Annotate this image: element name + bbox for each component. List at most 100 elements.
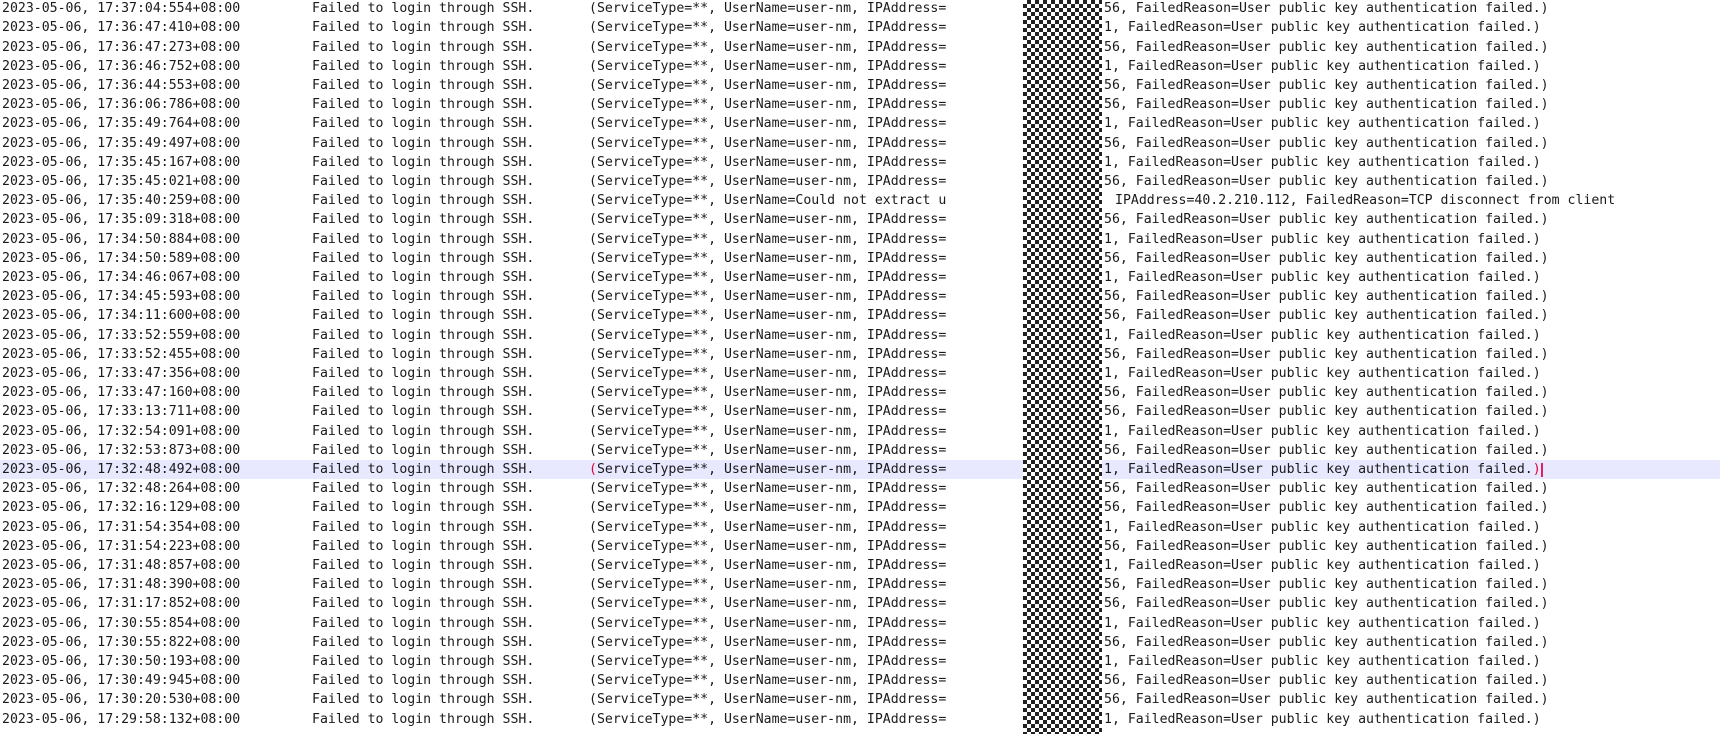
log-line[interactable]: 2023-05-06, 17:37:04:554+08:00 Failed to … [0, 0, 1720, 18]
log-tail: 56, FailedReason=User public key authent… [1104, 289, 1549, 305]
log-timestamp: 2023-05-06, 17:32:54:091+08:00 [2, 423, 241, 439]
log-line[interactable]: 2023-05-06, 17:33:47:160+08:00 Failed to … [0, 383, 1720, 402]
log-line[interactable]: 2023-05-06, 17:34:46:067+08:00 Failed to … [0, 268, 1720, 287]
log-message: Failed to login through SSH. [312, 615, 535, 631]
log-timestamp: 2023-05-06, 17:35:09:318+08:00 [2, 212, 241, 228]
log-line[interactable]: 2023-05-06, 17:30:55:822+08:00 Failed to … [0, 633, 1720, 652]
log-line[interactable]: 2023-05-06, 17:33:52:455+08:00 Failed to … [0, 345, 1720, 364]
log-details: (ServiceType=**, UserName=user-nm, IPAdd… [589, 135, 947, 151]
log-details: (ServiceType=**, UserName=user-nm, IPAdd… [589, 58, 947, 74]
log-timestamp: 2023-05-06, 17:30:49:945+08:00 [2, 673, 241, 689]
log-line[interactable]: 2023-05-06, 17:35:09:318+08:00 Failed to … [0, 210, 1720, 229]
log-tail: 56, FailedReason=User public key authent… [1104, 596, 1549, 612]
log-timestamp: 2023-05-06, 17:32:48:264+08:00 [2, 481, 241, 497]
log-message: Failed to login through SSH. [312, 711, 535, 727]
log-line[interactable]: 2023-05-06, 17:33:47:356+08:00 Failed to … [0, 364, 1720, 383]
log-timestamp: 2023-05-06, 17:34:11:600+08:00 [2, 308, 241, 324]
log-message: Failed to login through SSH. [312, 596, 535, 612]
log-message: Failed to login through SSH. [312, 538, 535, 554]
log-line[interactable]: 2023-05-06, 17:36:06:786+08:00 Failed to … [0, 95, 1720, 114]
log-timestamp: 2023-05-06, 17:31:48:857+08:00 [2, 558, 241, 573]
log-details: (ServiceType=**, UserName=user-nm, IPAdd… [589, 39, 947, 55]
log-line[interactable]: 2023-05-06, 17:33:13:711+08:00 Failed to … [0, 402, 1720, 421]
log-line[interactable]: 2023-05-06, 17:31:54:223+08:00 Failed to … [0, 537, 1720, 556]
log-line[interactable]: 2023-05-06, 17:32:54:091+08:00 Failed to … [0, 422, 1720, 441]
log-line[interactable]: 2023-05-06, 17:35:40:259+08:00 Failed to … [0, 191, 1720, 210]
log-details: (ServiceType=**, UserName=user-nm, IPAdd… [589, 577, 947, 593]
log-line-current[interactable]: 2023-05-06, 17:32:48:492+08:00 Failed to … [0, 460, 1720, 480]
log-tail: IPAddress=40.2.210.112, FailedReason=TCP… [1115, 193, 1616, 209]
log-message: Failed to login through SSH. [312, 634, 535, 650]
log-tail: 1, FailedReason=User public key authenti… [1104, 20, 1541, 36]
log-timestamp: 2023-05-06, 17:34:46:067+08:00 [2, 270, 241, 285]
log-message: Failed to login through SSH. [312, 385, 535, 401]
log-line[interactable]: 2023-05-06, 17:36:47:410+08:00 Failed to … [0, 18, 1720, 37]
log-line[interactable]: 2023-05-06, 17:31:48:390+08:00 Failed to … [0, 575, 1720, 594]
log-line[interactable]: 2023-05-06, 17:36:47:273+08:00 Failed to … [0, 38, 1720, 57]
log-timestamp: 2023-05-06, 17:31:17:852+08:00 [2, 596, 241, 612]
log-line[interactable]: 2023-05-06, 17:30:49:945+08:00 Failed to … [0, 671, 1720, 690]
log-tail: 56, FailedReason=User public key authent… [1104, 97, 1549, 113]
log-message: Failed to login through SSH. [312, 78, 535, 93]
log-line[interactable]: 2023-05-06, 17:34:11:600+08:00 Failed to … [0, 306, 1720, 325]
log-details: (ServiceType=**, UserName=user-nm, IPAdd… [589, 231, 947, 247]
log-line[interactable]: 2023-05-06, 17:35:45:021+08:00 Failed to … [0, 172, 1720, 191]
log-details: (ServiceType=**, UserName=user-nm, IPAdd… [589, 174, 947, 189]
log-details: (ServiceType=**, UserName=user-nm, IPAdd… [589, 250, 947, 266]
log-message: Failed to login through SSH. [312, 58, 535, 74]
log-details: (ServiceType=**, UserName=user-nm, IPAdd… [589, 481, 947, 497]
log-tail: 1, FailedReason=User public key authenti… [1104, 231, 1541, 247]
log-line[interactable]: 2023-05-06, 17:30:55:854+08:00 Failed to … [0, 614, 1720, 633]
log-line[interactable]: 2023-05-06, 17:34:50:884+08:00 Failed to … [0, 230, 1720, 249]
log-tail: 1, FailedReason=User public key authenti… [1104, 423, 1541, 439]
log-timestamp: 2023-05-06, 17:36:06:786+08:00 [2, 97, 241, 113]
log-details: (ServiceType=**, UserName=user-nm, IPAdd… [589, 308, 947, 324]
log-details: (ServiceType=**, UserName=user-nm, IPAdd… [589, 519, 947, 535]
log-line[interactable]: 2023-05-06, 17:32:53:873+08:00 Failed to … [0, 441, 1720, 460]
log-line[interactable]: 2023-05-06, 17:35:49:764+08:00 Failed to … [0, 114, 1720, 133]
log-details: (ServiceType=**, UserName=user-nm, IPAdd… [589, 212, 947, 228]
log-details: (ServiceType=**, UserName=user-nm, IPAdd… [589, 634, 947, 650]
log-line[interactable]: 2023-05-06, 17:36:44:553+08:00 Failed to … [0, 76, 1720, 95]
log-details: (ServiceType=**, UserName=user-nm, IPAdd… [589, 538, 947, 554]
log-line[interactable]: 2023-05-06, 17:31:48:857+08:00 Failed to … [0, 556, 1720, 575]
log-details: (ServiceType=**, UserName=user-nm, IPAdd… [589, 20, 947, 36]
log-line[interactable]: 2023-05-06, 17:35:45:167+08:00 Failed to … [0, 153, 1720, 172]
log-line[interactable]: 2023-05-06, 17:32:48:264+08:00 Failed to … [0, 479, 1720, 498]
log-line[interactable]: 2023-05-06, 17:31:17:852+08:00 Failed to … [0, 594, 1720, 613]
log-tail: 56, FailedReason=User public key authent… [1104, 692, 1549, 708]
log-line[interactable]: 2023-05-06, 17:36:46:752+08:00 Failed to … [0, 57, 1720, 76]
log-line[interactable]: 2023-05-06, 17:30:50:193+08:00 Failed to … [0, 652, 1720, 671]
log-tail: 56, FailedReason=User public key authent… [1104, 39, 1549, 55]
log-line[interactable]: 2023-05-06, 17:29:58:132+08:00 Failed to … [0, 710, 1720, 729]
log-message: Failed to login through SSH. [312, 174, 535, 189]
log-line[interactable]: 2023-05-06, 17:33:52:559+08:00 Failed to … [0, 326, 1720, 345]
log-timestamp: 2023-05-06, 17:35:45:021+08:00 [2, 174, 241, 189]
log-timestamp: 2023-05-06, 17:29:58:132+08:00 [2, 711, 241, 727]
log-timestamp: 2023-05-06, 17:34:50:589+08:00 [2, 250, 241, 266]
log-line[interactable]: 2023-05-06, 17:30:20:530+08:00 Failed to … [0, 690, 1720, 709]
log-line[interactable]: 2023-05-06, 17:35:49:497+08:00 Failed to … [0, 134, 1720, 153]
log-message: Failed to login through SSH. [312, 1, 535, 17]
log-tail: 1, FailedReason=User public key authenti… [1104, 615, 1541, 631]
log-message: Failed to login through SSH. [312, 519, 535, 535]
log-details: (ServiceType=**, UserName=user-nm, IPAdd… [589, 673, 947, 689]
log-line[interactable]: 2023-05-06, 17:34:50:589+08:00 Failed to … [0, 249, 1720, 268]
log-tail: 56, FailedReason=User public key authent… [1104, 1, 1549, 17]
log-timestamp: 2023-05-06, 17:32:53:873+08:00 [2, 442, 241, 458]
log-timestamp: 2023-05-06, 17:30:55:854+08:00 [2, 615, 241, 631]
log-line[interactable]: 2023-05-06, 17:32:16:129+08:00 Failed to … [0, 498, 1720, 517]
log-timestamp: 2023-05-06, 17:33:47:356+08:00 [2, 366, 241, 381]
bracket-match-open: ( [589, 462, 597, 477]
log-timestamp: 2023-05-06, 17:31:54:223+08:00 [2, 538, 241, 554]
log-message: Failed to login through SSH. [312, 39, 535, 55]
log-tail: 56, FailedReason=User public key authent… [1104, 404, 1549, 420]
log-line[interactable]: 2023-05-06, 17:31:54:354+08:00 Failed to … [0, 518, 1720, 537]
log-details: (ServiceType=**, UserName=user-nm, IPAdd… [589, 423, 947, 439]
log-tail: 1, FailedReason=User public key authenti… [1104, 116, 1541, 132]
log-line[interactable]: 2023-05-06, 17:34:45:593+08:00 Failed to … [0, 287, 1720, 306]
log-message: Failed to login through SSH. [312, 462, 535, 477]
log-details: (ServiceType=**, UserName=user-nm, IPAdd… [589, 327, 947, 343]
log-viewer[interactable]: 2023-05-06, 17:37:04:554+08:00 Failed to … [0, 0, 1720, 734]
log-tail: 1, FailedReason=User public key authenti… [1104, 519, 1541, 535]
